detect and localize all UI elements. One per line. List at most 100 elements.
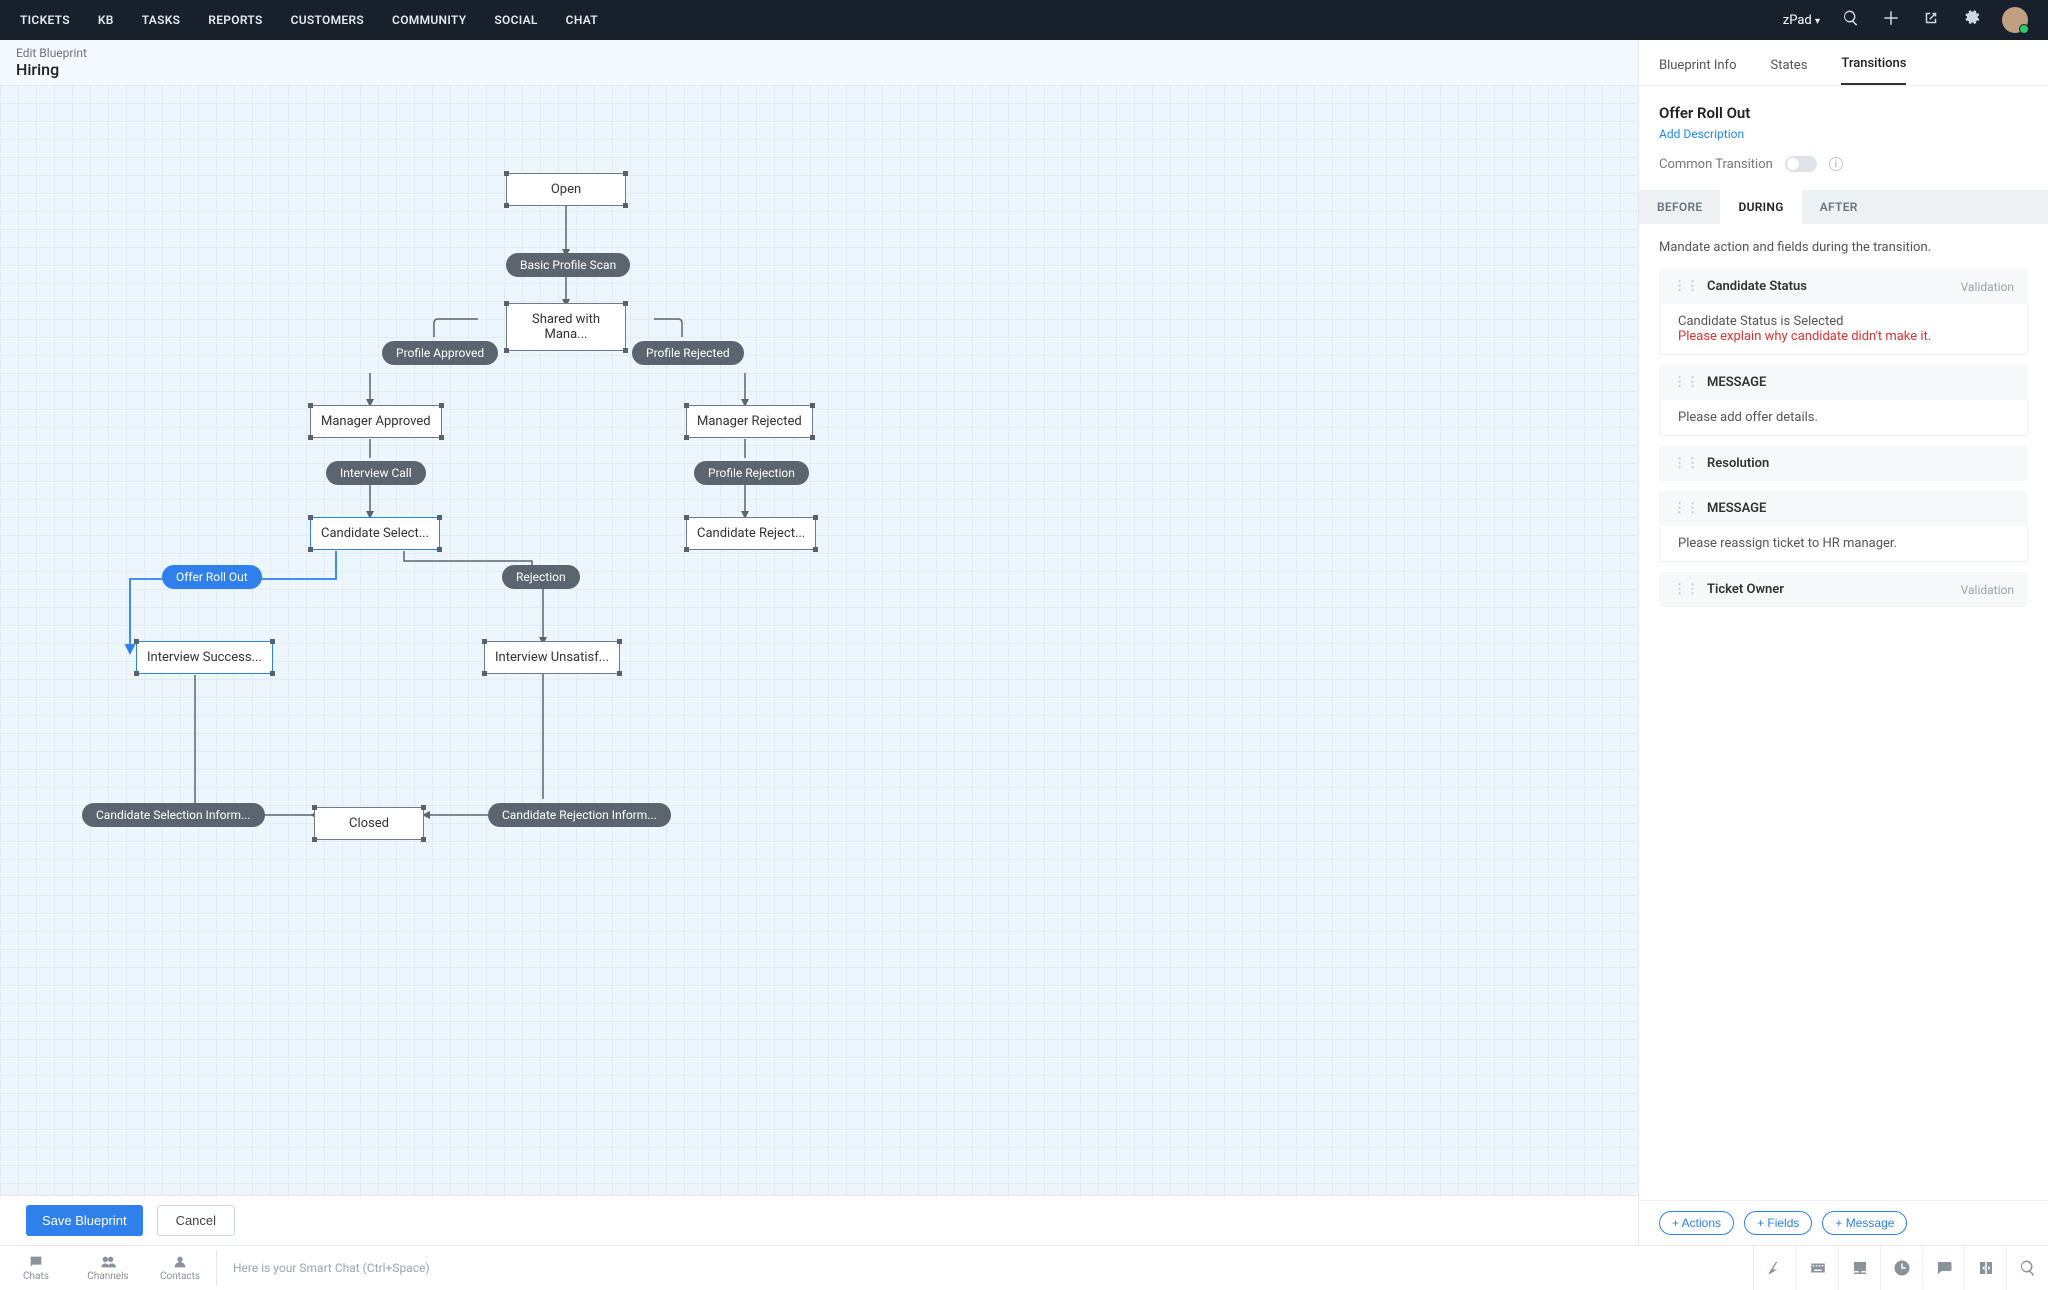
mandate-line: Candidate Status is Selected [1678, 314, 2009, 329]
blueprint-canvas[interactable]: Open Shared with Mana... Manager Approve… [0, 85, 1638, 1195]
cancel-button[interactable]: Cancel [157, 1205, 235, 1236]
add-description-link[interactable]: Add Description [1659, 127, 1744, 141]
drag-icon[interactable]: ⋮⋮ [1673, 279, 1699, 294]
trans-interview-call[interactable]: Interview Call [326, 461, 426, 485]
side-tabs: Blueprint Info States Transitions [1639, 40, 2048, 86]
drag-icon[interactable]: ⋮⋮ [1673, 582, 1699, 597]
clock-icon[interactable] [1880, 1246, 1922, 1290]
chat-tab-label: Contacts [160, 1271, 200, 1282]
nav-community[interactable]: COMMUNITY [392, 13, 466, 27]
mandate-title: Candidate Status [1707, 279, 1807, 294]
canvas-column: Edit Blueprint Hiring [0, 40, 1638, 1245]
trans-rejection[interactable]: Rejection [502, 565, 580, 589]
chat-tab-label: Channels [87, 1271, 128, 1282]
chat-icon-tray [1753, 1246, 2048, 1290]
state-label: Candidate Select... [321, 526, 429, 541]
seg-before[interactable]: BEFORE [1639, 190, 1720, 224]
avatar[interactable] [2002, 7, 2028, 33]
mandate-item[interactable]: ⋮⋮Ticket OwnerValidation [1659, 572, 2028, 607]
chevron-down-icon: ▾ [1815, 16, 1820, 27]
plus-icon[interactable] [1882, 9, 1900, 31]
mandate-item[interactable]: ⋮⋮ MESSAGE Please reassign ticket to HR m… [1659, 491, 2028, 562]
chat-bar: Chats Channels Contacts Here is your Sma… [0, 1245, 2048, 1289]
tab-transitions[interactable]: Transitions [1841, 44, 1906, 85]
common-transition-toggle[interactable] [1785, 156, 1817, 172]
mandate-body: Please add offer details. [1659, 400, 2028, 436]
mandate-line: Please reassign ticket to HR manager. [1678, 536, 2009, 551]
blueprint-title: Hiring [16, 60, 1622, 79]
state-interview-success[interactable]: Interview Success... [136, 641, 273, 674]
trans-profile-approved[interactable]: Profile Approved [382, 341, 498, 365]
state-label: Closed [349, 816, 389, 831]
trans-cand-sel-inform[interactable]: Candidate Selection Inform... [82, 803, 265, 827]
mandate-error: Please explain why candidate didn't make… [1678, 329, 2009, 344]
state-shared[interactable]: Shared with Mana... [506, 303, 626, 351]
side-body: Offer Roll Out Add Description Common Tr… [1639, 86, 2048, 1200]
drag-icon[interactable]: ⋮⋮ [1673, 456, 1699, 471]
chat-tab-label: Chats [23, 1271, 49, 1282]
nav-kb[interactable]: KB [98, 13, 114, 27]
mandate-item[interactable]: ⋮⋮Resolution [1659, 446, 2028, 481]
save-blueprint-button[interactable]: Save Blueprint [26, 1205, 143, 1236]
mandate-item[interactable]: ⋮⋮Candidate StatusValidation Candidate S… [1659, 269, 2028, 355]
drag-icon[interactable]: ⋮⋮ [1673, 501, 1699, 516]
trans-offer-rollout[interactable]: Offer Roll Out [162, 565, 262, 589]
state-mgr-approved[interactable]: Manager Approved [310, 405, 442, 438]
gear-icon[interactable] [1962, 9, 1980, 31]
smart-chat-input[interactable]: Here is your Smart Chat (Ctrl+Space) [217, 1261, 1753, 1275]
seg-during[interactable]: DURING [1720, 190, 1801, 224]
add-message-button[interactable]: + Message [1822, 1211, 1907, 1235]
state-closed[interactable]: Closed [314, 807, 424, 840]
inbox-icon[interactable] [1838, 1246, 1880, 1290]
state-label: Candidate Reject... [697, 526, 805, 541]
trans-profile-rejected[interactable]: Profile Rejected [632, 341, 744, 365]
trans-profile-rejection[interactable]: Profile Rejection [694, 461, 809, 485]
top-bar: TICKETS KB TASKS REPORTS CUSTOMERS COMMU… [0, 0, 2048, 40]
state-mgr-rejected[interactable]: Manager Rejected [686, 405, 813, 438]
add-fields-button[interactable]: + Fields [1744, 1211, 1812, 1235]
keyboard-icon[interactable] [1796, 1246, 1838, 1290]
chat-tab-channels[interactable]: Channels [72, 1250, 144, 1286]
search-icon[interactable] [1842, 9, 1860, 31]
zia-icon[interactable] [1754, 1246, 1796, 1290]
state-label: Open [551, 182, 581, 197]
nav-tickets[interactable]: TICKETS [20, 13, 70, 27]
contact-icon [172, 1254, 188, 1270]
nav-reports[interactable]: REPORTS [208, 13, 262, 27]
nav-tasks[interactable]: TASKS [142, 13, 181, 27]
breadcrumb: Edit Blueprint [16, 46, 1622, 60]
chat-icon [28, 1254, 44, 1270]
state-candidate-reject[interactable]: Candidate Reject... [686, 517, 816, 550]
state-interview-unsat[interactable]: Interview Unsatisf... [484, 641, 620, 674]
chat-tab-chats[interactable]: Chats [0, 1250, 72, 1286]
nav-customers[interactable]: CUSTOMERS [291, 13, 364, 27]
phase-segments: BEFORE DURING AFTER [1639, 190, 2048, 224]
phase-hint: Mandate action and fields during the tra… [1659, 240, 2028, 255]
channels-icon [100, 1254, 116, 1270]
mandate-item[interactable]: ⋮⋮MESSAGE Please add offer details. [1659, 365, 2028, 436]
info-icon[interactable]: i [1829, 157, 1843, 171]
tab-states[interactable]: States [1771, 46, 1808, 85]
drag-icon[interactable]: ⋮⋮ [1673, 375, 1699, 390]
collapse-icon[interactable] [1964, 1246, 2006, 1290]
state-label: Interview Unsatisf... [495, 650, 609, 665]
state-candidate-select[interactable]: Candidate Select... [310, 517, 440, 550]
zpad-menu[interactable]: zPad ▾ [1783, 13, 1820, 28]
seg-after[interactable]: AFTER [1802, 190, 1876, 224]
mandate-body: Candidate Status is Selected Please expl… [1659, 304, 2028, 355]
flow-wires [0, 85, 1638, 1195]
speech-icon[interactable] [1922, 1246, 1964, 1290]
nav-social[interactable]: SOCIAL [494, 13, 537, 27]
mandate-title: MESSAGE [1707, 501, 1766, 516]
trans-cand-rej-inform[interactable]: Candidate Rejection Inform... [488, 803, 671, 827]
nav-chat[interactable]: CHAT [566, 13, 598, 27]
state-open[interactable]: Open [506, 173, 626, 206]
tab-blueprint-info[interactable]: Blueprint Info [1659, 46, 1737, 85]
add-actions-button[interactable]: + Actions [1659, 1211, 1734, 1235]
state-label: Shared with Mana... [532, 312, 600, 342]
magnify-icon[interactable] [2006, 1246, 2048, 1290]
popout-icon[interactable] [1922, 9, 1940, 31]
mandate-tag: Validation [1961, 583, 2014, 597]
trans-basic-scan[interactable]: Basic Profile Scan [506, 253, 630, 277]
chat-tab-contacts[interactable]: Contacts [144, 1250, 216, 1286]
